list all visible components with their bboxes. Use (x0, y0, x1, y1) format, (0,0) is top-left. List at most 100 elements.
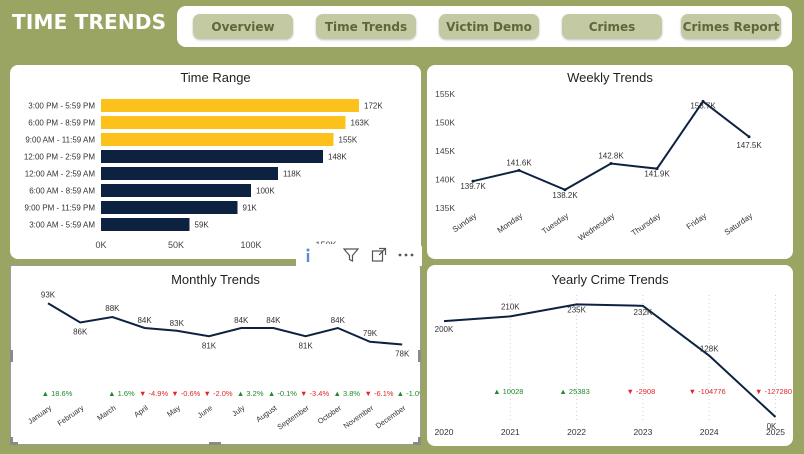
weekly-trends-chart: 135K 140K 145K 150K 155K 139.7K Sunday 141.6K Mo… (435, 89, 762, 243)
data-label: 118K (283, 170, 302, 179)
x-tick-label: February (56, 403, 86, 428)
data-point (747, 135, 751, 139)
bar (101, 201, 238, 214)
category-label: 3:00 AM - 5:59 AM (29, 221, 95, 230)
bar (101, 167, 278, 180)
data-label: 84K (331, 316, 346, 325)
focus-mode-icon[interactable] (369, 245, 389, 265)
data-label: 84K (234, 316, 249, 325)
nav-time-trends-button[interactable]: Time Trends (316, 14, 416, 39)
y-tick-label: 155K (435, 89, 455, 99)
data-point (517, 168, 521, 172)
category-label: 9:00 AM - 11:59 AM (25, 136, 95, 145)
x-tick-label: 2022 (567, 427, 586, 437)
change-indicator: ▲ -0.1% (268, 389, 297, 398)
change-indicator: ▼ -104776 (689, 387, 726, 396)
resize-handle-bottom[interactable] (209, 442, 221, 445)
x-tick-label: 2023 (633, 427, 652, 437)
x-tick-label: May (165, 403, 182, 419)
category-label: 12:00 AM - 2:59 AM (25, 170, 96, 179)
change-indicator: ▼ -6.1% (364, 389, 393, 398)
change-indicator: ▼ -3.4% (300, 389, 329, 398)
data-label: 81K (298, 341, 313, 350)
data-label: 138.2K (552, 191, 578, 200)
data-label: 83K (170, 319, 185, 328)
category-label: 6:00 AM - 8:59 AM (29, 187, 95, 196)
page-title: TIME TRENDS (12, 10, 167, 34)
x-tick-label: July (230, 403, 246, 418)
change-indicator: ▲ 1.6% (108, 389, 135, 398)
nav-overview-button[interactable]: Overview (193, 14, 293, 39)
data-label: 153.7K (690, 101, 716, 110)
data-label: 81K (202, 341, 217, 350)
x-tick-label: 0K (95, 240, 106, 250)
x-tick-label: January (26, 403, 53, 426)
bar (101, 99, 359, 112)
data-label: 232K (634, 308, 653, 317)
series-line (47, 302, 403, 346)
x-tick-label: Saturday (723, 211, 754, 237)
change-indicator: ▼ -2908 (627, 387, 656, 396)
yearly-crime-trends-chart: 2020 2021 2022 2023 2024 2025200K210K▲ 100282… (435, 295, 792, 437)
data-label: 139.7K (460, 182, 486, 191)
monthly-trends-card[interactable]: Monthly Trends 93K ▲ 18.6% January 86K Febru… (10, 265, 421, 445)
data-label: 141.6K (506, 158, 532, 167)
yearly-crime-trends-card[interactable]: Yearly Crime Trends 2020 2021 2022 2023 2024… (427, 265, 793, 446)
x-tick-label: March (95, 403, 117, 422)
nav-crimes-button[interactable]: Crimes (562, 14, 662, 39)
resize-handle-corner-br[interactable] (413, 437, 421, 445)
data-label: 155K (339, 136, 358, 145)
change-indicator: ▼ -4.9% (139, 389, 168, 398)
change-indicator: ▲ 3.8% (333, 389, 360, 398)
change-indicator: ▼ -127280 (755, 387, 792, 396)
x-tick-label: Monday (496, 211, 524, 235)
x-tick-label: Thursday (630, 211, 662, 238)
data-point (609, 162, 613, 166)
resize-handle-corner-bl[interactable] (10, 437, 18, 445)
change-indicator: ▲ -1.0% (397, 389, 420, 398)
bar (101, 150, 323, 163)
bar (101, 116, 346, 129)
nav-bar: Overview Time Trends Victim Demo Crimes … (177, 6, 792, 47)
x-tick-label: Sunday (451, 211, 478, 234)
data-label: 0K (767, 422, 777, 431)
data-label: 91K (243, 204, 258, 213)
data-label: 100K (256, 187, 275, 196)
x-tick-label: April (132, 403, 150, 419)
category-label: 6:00 PM - 8:59 PM (28, 119, 95, 128)
data-label: 142.8K (598, 152, 624, 161)
data-label: 78K (395, 350, 410, 359)
nav-victim-demo-button[interactable]: Victim Demo (439, 14, 539, 39)
x-tick-label: Wednesday (576, 211, 616, 243)
x-tick-label: September (276, 403, 312, 432)
category-label: 12:00 PM - 2:59 PM (24, 153, 95, 162)
change-indicator: ▲ 18.6% (42, 389, 73, 398)
data-label: 128K (700, 345, 719, 354)
data-label: 235K (567, 305, 586, 314)
weekly-trends-card[interactable]: Weekly Trends 135K 140K 145K 150K 155K 139.7K… (427, 65, 793, 259)
y-tick-label: 150K (435, 118, 455, 128)
resize-handle-left[interactable] (10, 350, 13, 362)
filter-icon[interactable] (341, 245, 361, 265)
series-line (472, 99, 750, 191)
data-label: 93K (41, 290, 56, 299)
info-icon[interactable] (298, 245, 318, 265)
x-tick-label: June (196, 403, 214, 420)
nav-crimes-report-button[interactable]: Crimes Report (681, 14, 781, 39)
time-range-chart: 0K50K100K150K3:00 PM - 5:59 PM172K6:00 P… (24, 99, 383, 250)
y-tick-label: 135K (435, 203, 455, 213)
more-options-icon[interactable] (396, 245, 416, 265)
resize-handle-right[interactable] (418, 350, 421, 362)
time-range-card[interactable]: Time Range 0K50K100K150K3:00 PM - 5:59 P… (10, 65, 421, 259)
monthly-trends-chart: 93K ▲ 18.6% January 86K February 88K ▲ 1.6% Mar… (26, 290, 420, 432)
data-label: 163K (351, 119, 370, 128)
series-line (443, 303, 777, 418)
bar (101, 184, 251, 197)
x-tick-label: 2021 (501, 427, 520, 437)
data-label: 200K (435, 325, 454, 334)
change-indicator: ▼ -2.0% (203, 389, 232, 398)
data-label: 59K (195, 221, 210, 230)
bar (101, 218, 190, 231)
x-tick-label: 2020 (435, 427, 454, 437)
x-tick-label: Tuesday (540, 211, 570, 236)
